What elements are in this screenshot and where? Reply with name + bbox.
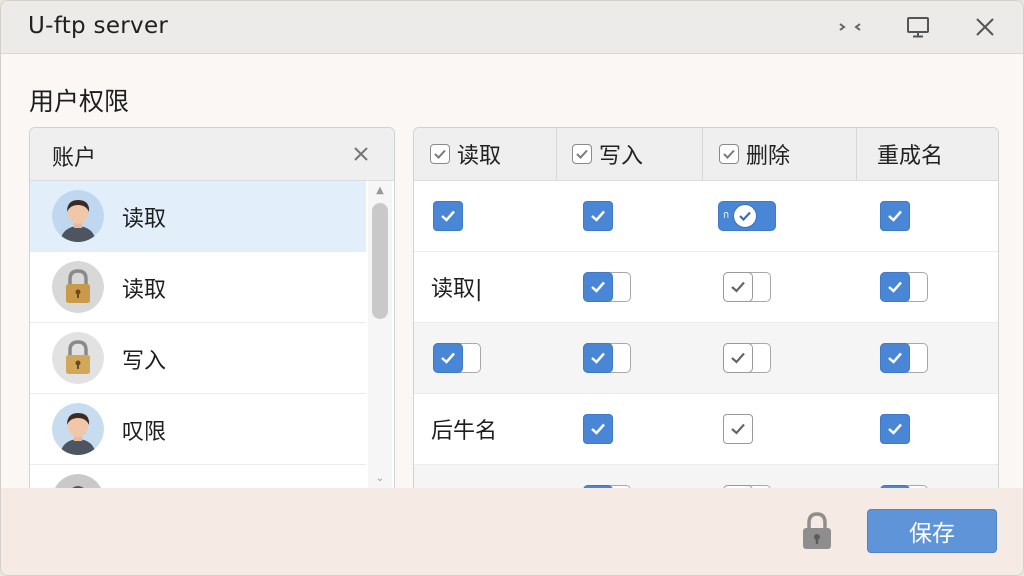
rename-checkbox[interactable] xyxy=(880,201,910,231)
write-toggle[interactable] xyxy=(583,272,631,302)
delete-toggle[interactable] xyxy=(723,343,771,373)
check-icon xyxy=(888,352,902,364)
account-label: 读取 xyxy=(122,207,167,232)
column-rename[interactable]: 重成名 xyxy=(877,128,943,180)
maximize-button[interactable] xyxy=(900,10,936,44)
clear-button[interactable] xyxy=(348,141,374,167)
account-row[interactable]: 读取 xyxy=(30,181,366,252)
user-avatar-icon xyxy=(52,190,104,242)
minimize-button[interactable] xyxy=(832,10,868,44)
check-icon xyxy=(576,149,588,159)
check-icon xyxy=(591,281,605,293)
account-label: 叹限 xyxy=(122,420,167,445)
footer-bar: 保存 xyxy=(1,488,1023,575)
rename-toggle[interactable] xyxy=(880,272,928,302)
permissions-header: 读取 写入 删除 重成名 xyxy=(414,128,998,181)
account-label: 写入 xyxy=(122,349,167,374)
column-label: 读取 xyxy=(457,144,502,169)
check-icon xyxy=(888,281,902,293)
check-icon xyxy=(731,352,745,364)
column-write[interactable]: 写入 xyxy=(572,128,643,180)
check-icon xyxy=(441,352,455,364)
check-icon xyxy=(591,210,605,222)
accounts-scrollbar[interactable]: ▲ ⌄ xyxy=(368,181,392,508)
account-row[interactable]: 叹限 xyxy=(30,394,366,465)
permission-row xyxy=(414,323,998,394)
column-label: 删除 xyxy=(746,144,791,169)
column-label: 写入 xyxy=(599,144,644,169)
check-icon xyxy=(434,149,446,159)
check-icon xyxy=(731,423,745,435)
delete-checkbox[interactable] xyxy=(723,414,753,444)
account-row[interactable]: 读取 xyxy=(30,252,366,323)
lock-avatar-icon xyxy=(52,332,104,384)
check-icon xyxy=(888,210,902,222)
permissions-panel: 读取 写入 删除 重成名 ก 读取| 后牛名 xyxy=(413,127,999,509)
delete-toggle[interactable] xyxy=(723,272,771,302)
collapse-icon xyxy=(839,23,861,31)
padlock-icon[interactable] xyxy=(800,511,834,551)
check-icon xyxy=(591,352,605,364)
account-label: 读取 xyxy=(122,278,167,303)
check-icon xyxy=(441,210,455,222)
check-icon xyxy=(739,211,751,222)
header-checkbox[interactable] xyxy=(719,144,739,164)
read-toggle[interactable] xyxy=(433,343,481,373)
save-button[interactable]: 保存 xyxy=(867,509,997,553)
delete-toggle[interactable]: ก xyxy=(718,201,776,231)
lock-avatar-icon xyxy=(52,261,104,313)
accounts-panel: 账户 读取 读取 写入 叹限 ▲ ⌄ xyxy=(29,127,395,509)
app-window: U-ftp server 用户权限 账户 读取 读取 写入 叹限 ▲ ⌄ 读取 … xyxy=(0,0,1024,576)
section-title: 用户权限 xyxy=(29,87,130,116)
scroll-down-icon[interactable]: ⌄ xyxy=(374,474,386,484)
rename-checkbox[interactable] xyxy=(880,414,910,444)
close-icon xyxy=(976,18,994,36)
permission-text: 读取| xyxy=(431,277,483,302)
permission-row: 读取| xyxy=(414,252,998,323)
read-checkbox[interactable] xyxy=(433,201,463,231)
write-toggle[interactable] xyxy=(583,343,631,373)
column-delete[interactable]: 删除 xyxy=(719,128,790,180)
scroll-thumb[interactable] xyxy=(372,203,388,319)
account-row[interactable]: 写入 xyxy=(30,323,366,394)
column-read[interactable]: 读取 xyxy=(430,128,501,180)
scroll-up-icon[interactable]: ▲ xyxy=(374,186,386,196)
check-icon xyxy=(888,423,902,435)
permission-row: ก xyxy=(414,181,998,252)
column-label: 重成名 xyxy=(877,144,944,169)
title-bar: U-ftp server xyxy=(1,1,1023,54)
user-avatar-icon xyxy=(52,403,104,455)
write-checkbox[interactable] xyxy=(583,414,613,444)
header-checkbox[interactable] xyxy=(572,144,592,164)
header-checkbox[interactable] xyxy=(430,144,450,164)
rename-toggle[interactable] xyxy=(880,343,928,373)
check-icon xyxy=(731,281,745,293)
window-title: U-ftp server xyxy=(28,13,169,39)
write-checkbox[interactable] xyxy=(583,201,613,231)
close-icon xyxy=(354,147,368,161)
close-button[interactable] xyxy=(967,10,1003,44)
accounts-header: 账户 xyxy=(30,128,394,181)
monitor-icon xyxy=(907,17,929,38)
check-icon xyxy=(723,149,735,159)
permission-text: 后牛名 xyxy=(431,419,498,444)
accounts-header-label: 账户 xyxy=(52,146,97,171)
permission-row: 后牛名 xyxy=(414,394,998,465)
check-icon xyxy=(591,423,605,435)
